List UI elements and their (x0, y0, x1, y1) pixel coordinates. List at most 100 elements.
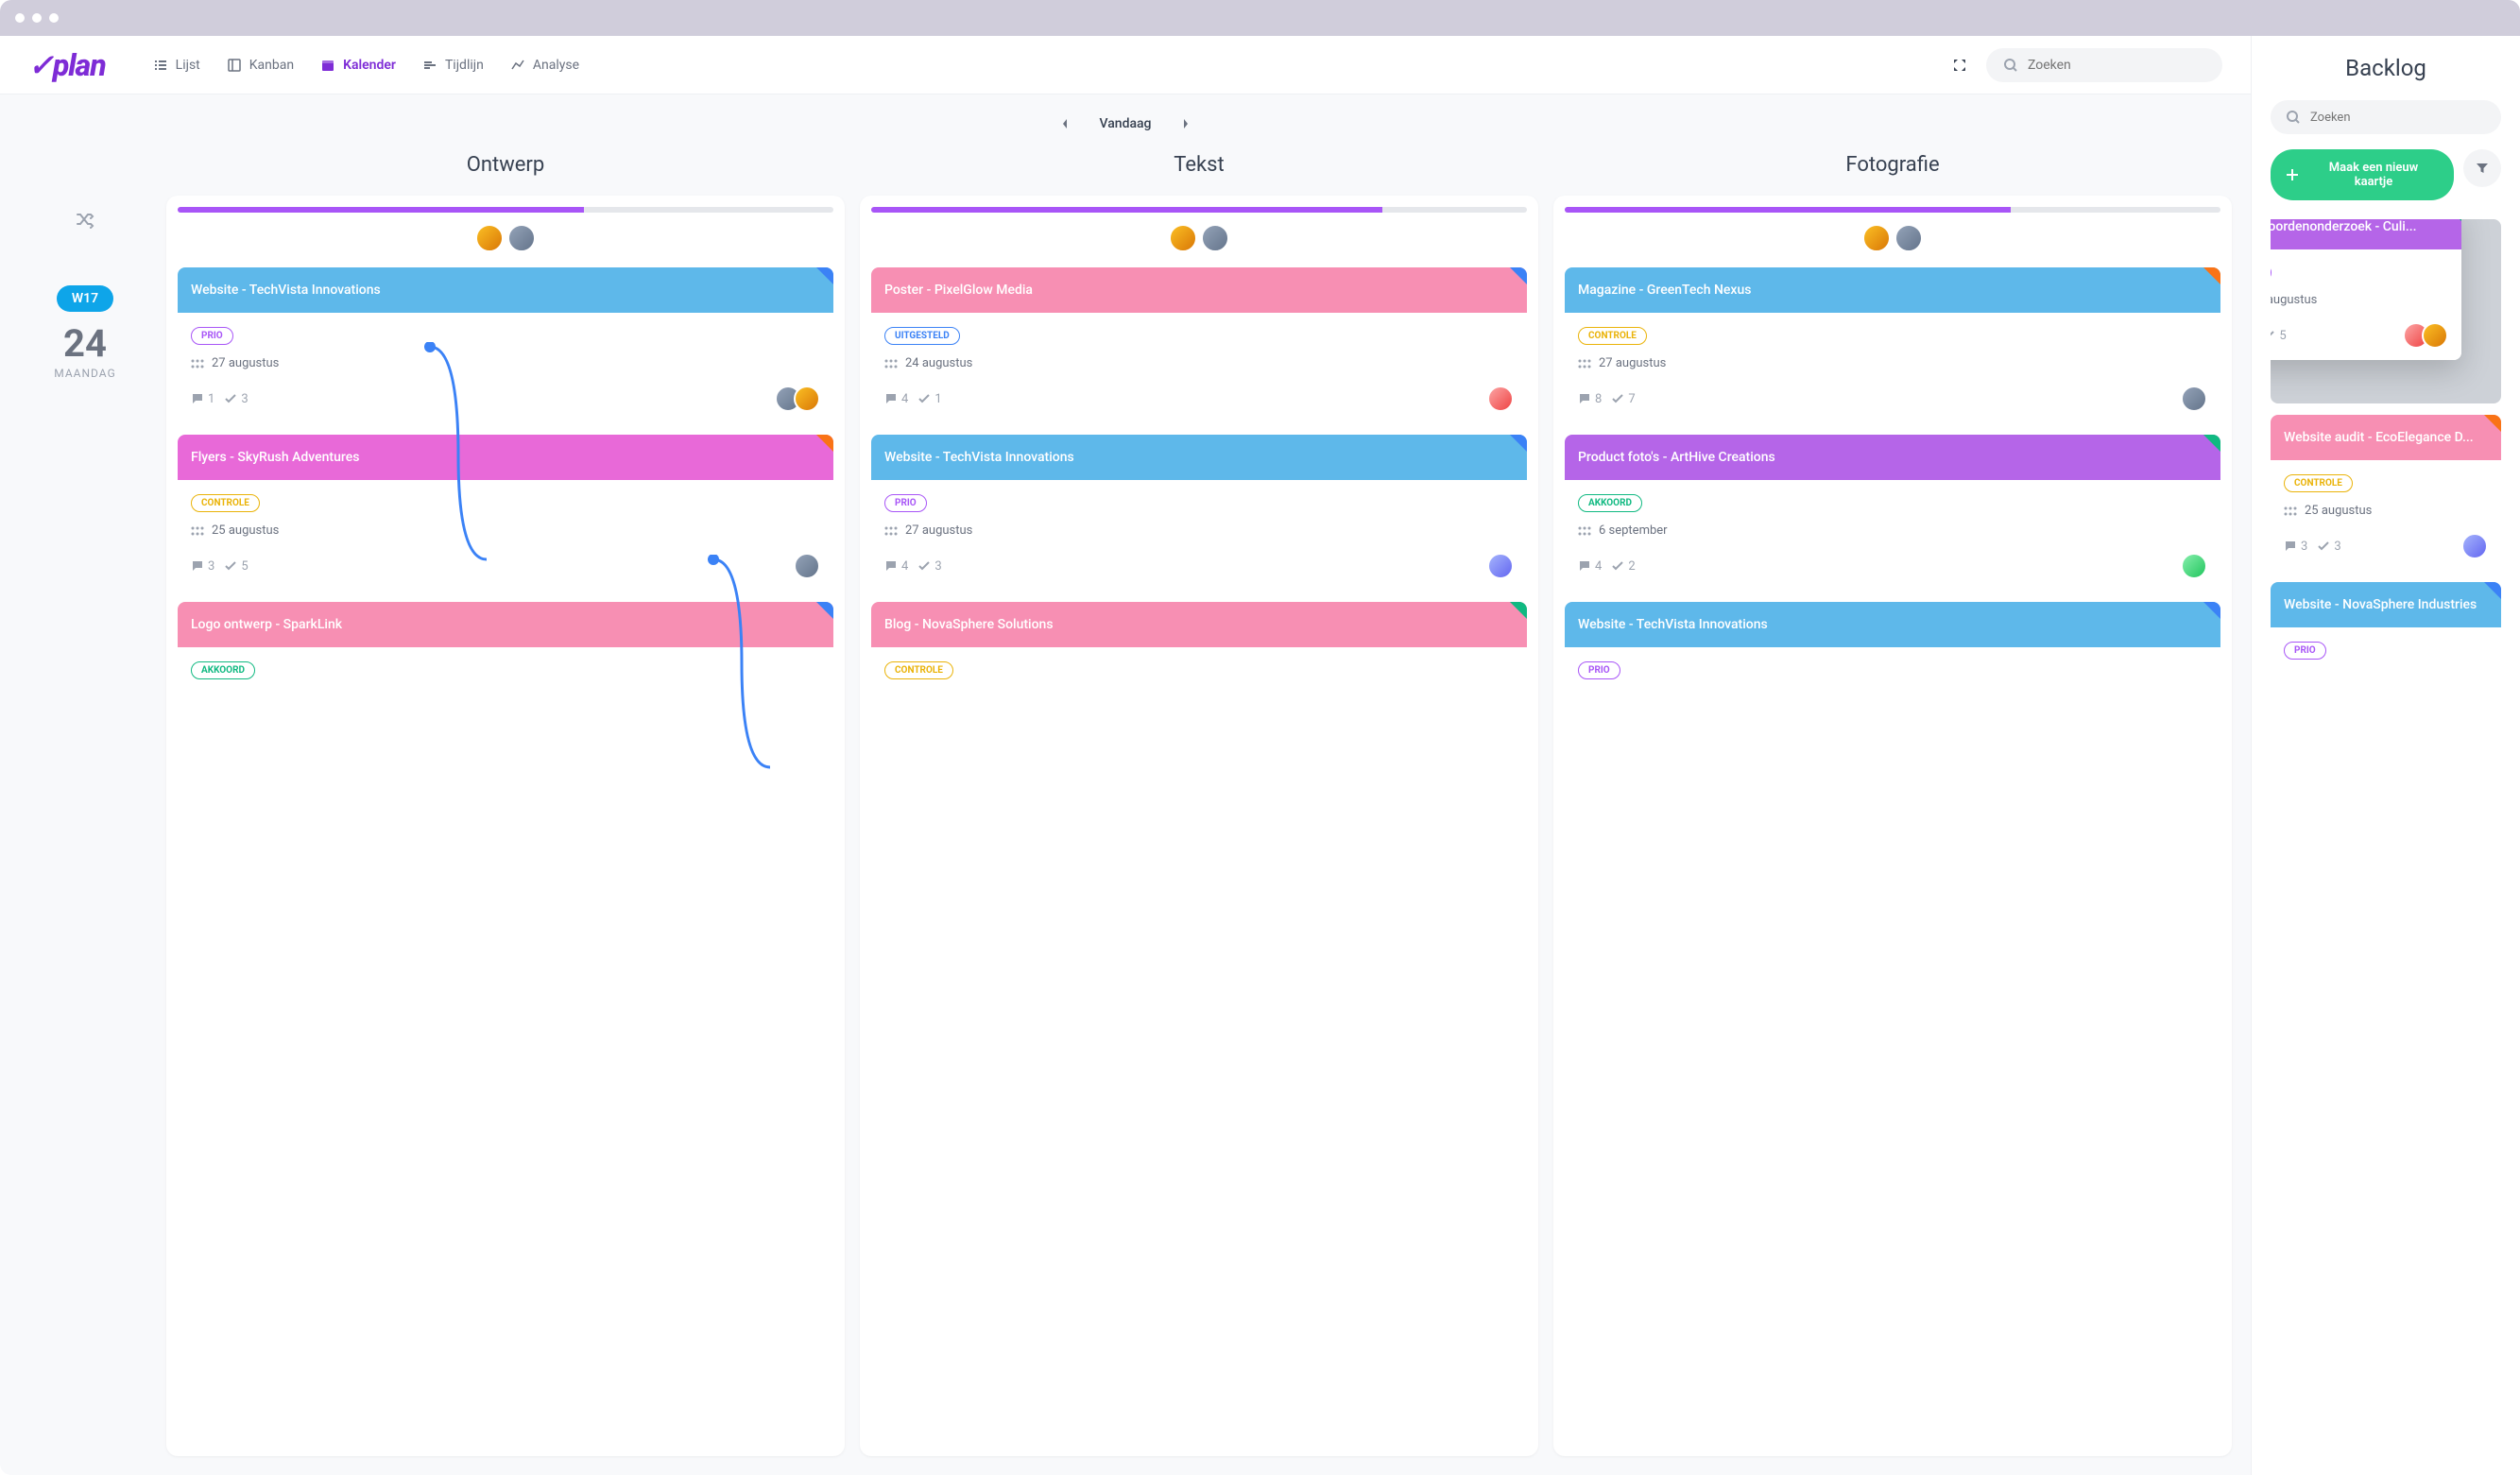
column-content[interactable]: Website - TechVista InnovationsPRIO27 au… (166, 196, 845, 1456)
tag: CONTROLE (884, 661, 953, 679)
date-text: 24 augustus (905, 356, 972, 370)
tag: UITGESTELD (884, 327, 960, 345)
column-content[interactable]: Magazine - GreenTech NexusCONTROLE27 aug… (1553, 196, 2232, 1456)
card-title: Product foto's - ArtHive Creations (1578, 450, 1775, 465)
checks-stat: 3 (224, 392, 248, 406)
column-avatars (178, 224, 833, 252)
card-title: Website - TechVista Innovations (884, 450, 1074, 465)
column-avatars (871, 224, 1527, 252)
comments-stat: 8 (1578, 392, 1602, 406)
card-footer: 41 (884, 386, 1514, 412)
card-date: 27 augustus (191, 356, 820, 370)
date-icon (1578, 526, 1591, 536)
date-icon (1578, 359, 1591, 369)
comments-stat: 4 (884, 392, 908, 406)
floating-card[interactable]: Zoekwoordenonderzoek - Culi... PRIO 28 a… (2271, 219, 2461, 360)
task-card[interactable]: Website - TechVista InnovationsPRIO (1565, 602, 2220, 691)
filter-button[interactable] (2463, 149, 2501, 187)
backlog-search-input[interactable] (2310, 111, 2486, 125)
avatar (794, 386, 820, 412)
card-corner (1510, 602, 1527, 619)
day-name: MAANDAG (54, 367, 116, 380)
task-card[interactable]: Website - NovaSphere IndustriesPRIO (2271, 582, 2501, 671)
column-content[interactable]: Poster - PixelGlow MediaUITGESTELD24 aug… (860, 196, 1538, 1456)
next-button[interactable] (1174, 113, 1198, 134)
card-corner (1510, 267, 1527, 284)
avatar (1894, 224, 1923, 252)
comments-stat: 4 (1578, 559, 1602, 574)
backlog-search[interactable] (2271, 100, 2501, 134)
search-input[interactable] (2028, 58, 2205, 73)
expand-icon[interactable] (1952, 58, 1967, 73)
avatar (475, 224, 504, 252)
task-card[interactable]: Website - TechVista Innovations PRIO27 au… (871, 435, 1527, 591)
filter-icon (2476, 162, 2489, 175)
task-card[interactable]: Product foto's - ArtHive Creations AKKOOR… (1565, 435, 2220, 591)
progress-fill (1565, 207, 2011, 213)
task-card[interactable]: Blog - NovaSphere SolutionsCONTROLE (871, 602, 1527, 691)
comments-stat: 3 (2284, 540, 2307, 554)
column-tekst: Tekst Poster - PixelGlow MediaUITGESTELD… (860, 153, 1538, 1456)
date-icon (191, 526, 204, 536)
backlog-panel: Backlog Maak een nieuw kaartje (2251, 36, 2520, 1475)
card-body: PRIO (1565, 647, 2220, 691)
card-corner (2484, 415, 2501, 432)
avatar (2181, 553, 2207, 579)
column-title: Ontwerp (166, 153, 845, 177)
card-date: 24 augustus (884, 356, 1514, 370)
card-avatars (1495, 386, 1514, 412)
card-body: AKKOORD (178, 647, 833, 691)
nav-tab-kanban[interactable]: Kanban (227, 50, 294, 80)
calendar-icon (320, 58, 335, 73)
task-card[interactable]: Flyers - SkyRush AdventuresCONTROLE25 au… (178, 435, 833, 591)
card-avatars (1495, 553, 1514, 579)
card-header: Logo ontwerp - SparkLink (178, 602, 833, 647)
window-chrome (0, 0, 2520, 36)
progress-bar (178, 207, 833, 213)
card-corner (2484, 582, 2501, 599)
nav-tab-analyse[interactable]: Analyse (510, 50, 579, 80)
card-title: Logo ontwerp - SparkLink (191, 617, 342, 632)
date-text: 25 augustus (2305, 504, 2372, 518)
nav-label: Analyse (533, 58, 579, 73)
checks-stat: 3 (2317, 540, 2340, 554)
search-icon (2003, 58, 2018, 73)
avatar (2181, 386, 2207, 412)
new-card-button[interactable]: Maak een nieuw kaartje (2271, 149, 2454, 200)
tag: PRIO (1578, 661, 1620, 679)
card-avatars (2188, 553, 2207, 579)
plus-icon (2286, 168, 2299, 181)
card-stats: 87 (1578, 392, 1636, 406)
today-button[interactable]: Vandaag (1100, 116, 1152, 131)
date-icon (884, 526, 898, 536)
nav-label: Tijdlijn (445, 58, 484, 73)
logo: ✓plan (28, 47, 106, 83)
tag: CONTROLE (191, 494, 260, 512)
card-corner (2203, 602, 2220, 619)
column-ontwerp: Ontwerp Website - TechVista InnovationsP… (166, 153, 845, 1456)
date-text: 28 augustus (2271, 293, 2317, 307)
search-box[interactable] (1986, 48, 2222, 82)
chart-icon (510, 58, 525, 73)
week-badge: W17 (57, 285, 113, 312)
task-card[interactable]: Magazine - GreenTech NexusCONTROLE27 aug… (1565, 267, 2220, 423)
card-corner (2444, 219, 2461, 221)
card-avatars (782, 386, 820, 412)
window-dot (32, 13, 42, 23)
nav-tab-kalender[interactable]: Kalender (320, 50, 396, 80)
task-card[interactable]: Logo ontwerp - SparkLink AKKOORD (178, 602, 833, 691)
nav-tab-lijst[interactable]: Lijst (153, 50, 200, 80)
task-card[interactable]: Website - TechVista InnovationsPRIO27 au… (178, 267, 833, 423)
column-fotografie: Fotografie Magazine - GreenTech NexusCON… (1553, 153, 2232, 1456)
task-card[interactable]: Website audit - EcoElegance D...CONTROLE… (2271, 415, 2501, 571)
task-card[interactable]: Poster - PixelGlow MediaUITGESTELD24 aug… (871, 267, 1527, 423)
nav-label: Kanban (249, 58, 294, 73)
backlog-title: Backlog (2271, 55, 2501, 81)
prev-button[interactable] (1053, 113, 1077, 134)
card-body: PRIO27 augustus43 (871, 480, 1527, 591)
tag: AKKOORD (1578, 494, 1642, 512)
nav-tab-tijdlijn[interactable]: Tijdlijn (422, 50, 484, 80)
shuffle-icon[interactable] (76, 210, 94, 229)
backlog-list[interactable]: Website audit - EcoElegance D...CONTROLE… (2271, 219, 2501, 1456)
nav-label: Lijst (176, 58, 200, 73)
